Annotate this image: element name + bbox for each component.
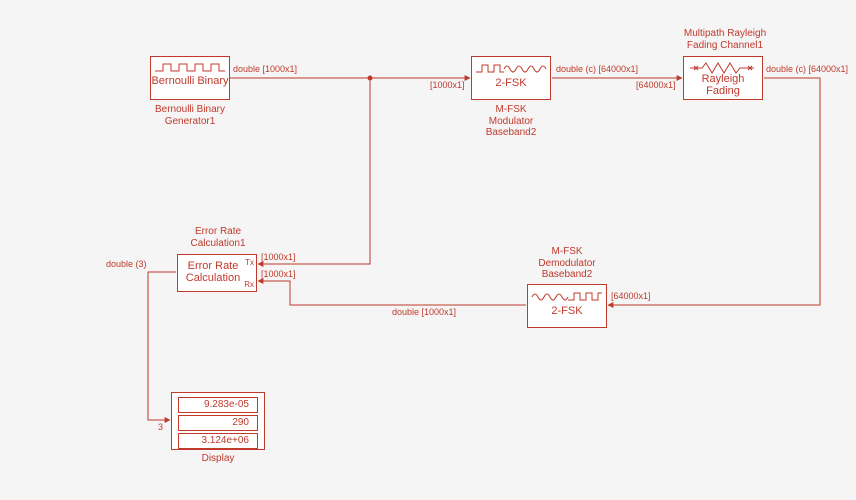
- signal-label: [64000x1]: [611, 291, 651, 301]
- block-title: Rayleigh Fading: [684, 74, 762, 97]
- signal-label: [64000x1]: [636, 80, 676, 90]
- signal-label: double (3): [106, 259, 147, 269]
- square-wave-icon: [151, 60, 229, 74]
- block-display[interactable]: 9.283e-05 290 3.124e+06: [171, 392, 265, 450]
- display-row: 3.124e+06: [178, 433, 258, 449]
- block-label-errorrate: Error Rate Calculation1: [175, 226, 261, 249]
- block-mfsk-demodulator[interactable]: 2-FSK: [527, 284, 607, 328]
- display-row: 290: [178, 415, 258, 431]
- block-title: Error Rate Calculation: [180, 260, 246, 284]
- port-rx-label: Rx: [244, 280, 254, 289]
- signal-label: [1000x1]: [261, 269, 296, 279]
- fsk-wave-icon: [528, 288, 606, 304]
- block-bernoulli-binary[interactable]: Bernoulli Binary: [150, 56, 230, 100]
- fsk-wave-icon: [472, 60, 550, 76]
- block-label-demodulator: M-FSK Demodulator Baseband2: [522, 246, 612, 281]
- signal-label: double [1000x1]: [233, 64, 297, 74]
- signal-label: double [1000x1]: [392, 307, 456, 317]
- block-mfsk-modulator[interactable]: 2-FSK: [471, 56, 551, 100]
- block-title: 2-FSK: [472, 77, 550, 89]
- simulink-canvas[interactable]: { "colors": { "stroke": "#c0392b", "bg":…: [0, 0, 856, 500]
- signal-label: [1000x1]: [430, 80, 465, 90]
- block-error-rate-calculation[interactable]: Error Rate Calculation Tx Rx: [177, 254, 257, 292]
- block-title: 2-FSK: [528, 305, 606, 317]
- signal-label: double (c) [64000x1]: [766, 64, 848, 74]
- signal-label: 3: [158, 422, 163, 432]
- signal-label: double (c) [64000x1]: [556, 64, 638, 74]
- block-label-bernoulli: Bernoulli Binary Generator1: [140, 104, 240, 127]
- block-rayleigh-channel[interactable]: Rayleigh Fading: [683, 56, 763, 100]
- block-label-channel: Multipath Rayleigh Fading Channel1: [670, 28, 780, 51]
- resistor-icon: [684, 60, 762, 74]
- signal-label: [1000x1]: [261, 252, 296, 262]
- block-label-display: Display: [171, 453, 265, 465]
- block-label-modulator: M-FSK Modulator Baseband2: [466, 104, 556, 139]
- port-tx-label: Tx: [245, 258, 254, 267]
- block-title: Bernoulli Binary: [151, 75, 229, 87]
- display-row: 9.283e-05: [178, 397, 258, 413]
